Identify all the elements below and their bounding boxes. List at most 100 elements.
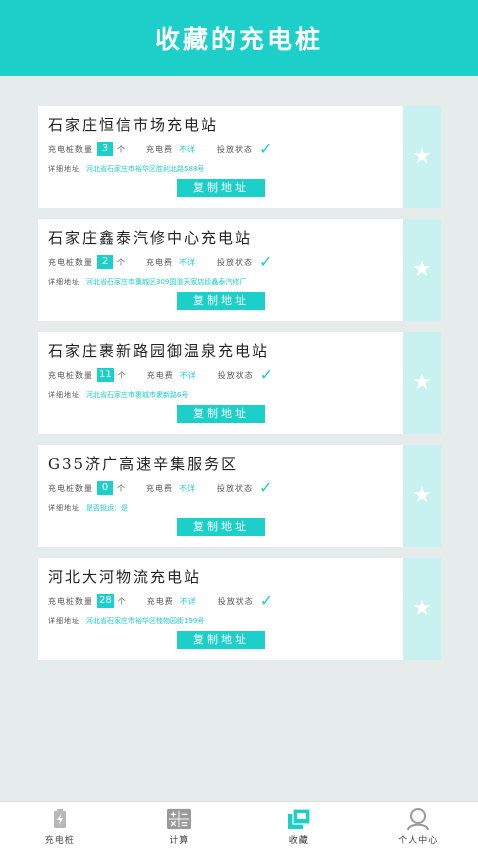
pile-count-value: 11: [97, 368, 114, 382]
favorite-toggle[interactable]: ★: [403, 332, 441, 434]
address-row: 详细地址 是否投运：是: [48, 500, 403, 516]
star-icon: ★: [412, 144, 432, 169]
status-label: 投放状态: [217, 257, 253, 267]
station-card-body[interactable]: 河北大河物流充电站 充电桩数量 28 个 充电费 不详 投放状态 ✓ 详细地址 …: [38, 558, 403, 660]
address-value: 河北省石家庄市裕华区桂物园街199号: [86, 617, 205, 625]
address-label: 详细地址: [48, 391, 80, 399]
address-row: 详细地址 河北省石家庄市裹城市裹新路6号: [48, 387, 403, 403]
station-card[interactable]: 石家庄裹新路园御温泉充电站 充电桩数量 11 个 充电费 不详 投放状态 ✓ 详…: [38, 332, 441, 434]
bottom-nav: 充电桩 计算 收藏 个人中心: [0, 801, 478, 850]
address-row: 详细地址 河北省石家庄市裕华区胜利北路588号: [48, 161, 403, 177]
check-icon: ✓: [259, 252, 273, 271]
station-card-body[interactable]: G35济广高速辛集服务区 充电桩数量 0 个 充电费 不详 投放状态 ✓ 详细地…: [38, 445, 403, 547]
unit-label: 个: [117, 483, 126, 493]
unit-label: 个: [117, 596, 127, 606]
unit-label: 个: [117, 144, 126, 154]
fee-value: 不详: [179, 370, 196, 380]
station-card-body[interactable]: 石家庄裹新路园御温泉充电站 充电桩数量 11 个 充电费 不详 投放状态 ✓ 详…: [38, 332, 403, 434]
address-row: 详细地址 河北省石家庄市藁城区309国道天家店段鑫泰汽修厂: [48, 274, 403, 290]
station-card-body[interactable]: 石家庄鑫泰汽修中心充电站 充电桩数量 2 个 充电费 不详 投放状态 ✓ 详细地…: [38, 219, 403, 321]
info-row: 充电桩数量 2 个 充电费 不详 投放状态 ✓: [48, 252, 403, 272]
address-value: 河北省石家庄市裹城市裹新路6号: [86, 391, 189, 399]
pile-count-label: 充电桩数量: [48, 596, 93, 606]
info-row: 充电桩数量 28 个 充电费 不详 投放状态 ✓: [48, 591, 403, 611]
favorite-toggle[interactable]: ★: [403, 445, 441, 547]
pile-count-label: 充电桩数量: [48, 483, 93, 493]
nav-label: 充电桩: [44, 836, 75, 846]
star-icon: ★: [412, 483, 432, 508]
address-label: 详细地址: [48, 278, 80, 286]
station-name: 河北大河物流充电站: [48, 568, 202, 586]
favorite-toggle[interactable]: ★: [403, 106, 441, 208]
check-icon: ✓: [259, 365, 274, 384]
pile-count-value: 28: [97, 594, 114, 608]
fee-value: 不详: [179, 483, 195, 493]
info-row: 充电桩数量 3 个 充电费 不详 投放状态 ✓: [48, 139, 403, 159]
favorites-icon: [287, 808, 311, 830]
unit-label: 个: [117, 370, 127, 380]
copy-address-button[interactable]: 复制地址: [177, 631, 265, 649]
favorites-list: 石家庄恒信市场充电站 充电桩数量 3 个 充电费 不详 投放状态 ✓ 详细地址 …: [38, 106, 441, 671]
header: 收藏的充电桩: [0, 0, 478, 76]
fee-label: 充电费: [146, 257, 173, 267]
nav-label: 计算: [169, 836, 190, 846]
address-label: 详细地址: [48, 165, 80, 173]
favorite-toggle[interactable]: ★: [403, 558, 441, 660]
address-value: 河北省石家庄市藁城区309国道天家店段鑫泰汽修厂: [86, 278, 247, 286]
nav-item-profile[interactable]: 个人中心: [359, 802, 478, 850]
status-label: 投放状态: [217, 483, 253, 493]
copy-address-button[interactable]: 复制地址: [177, 179, 265, 197]
fee-value: 不详: [179, 257, 195, 267]
status-label: 投放状态: [217, 144, 253, 154]
pile-count-label: 充电桩数量: [48, 370, 93, 380]
address-value: 河北省石家庄市裕华区胜利北路588号: [86, 165, 205, 173]
copy-address-button[interactable]: 复制地址: [177, 518, 265, 536]
address-label: 详细地址: [48, 504, 80, 512]
status-label: 投放状态: [217, 370, 254, 380]
station-name: G35济广高速辛集服务区: [48, 455, 239, 473]
info-row: 充电桩数量 0 个 充电费 不详 投放状态 ✓: [48, 478, 403, 498]
address-row: 详细地址 河北省石家庄市裕华区桂物园街199号: [48, 613, 403, 629]
copy-address-button[interactable]: 复制地址: [177, 292, 265, 310]
pile-count-value: 2: [97, 255, 113, 269]
copy-address-button[interactable]: 复制地址: [177, 405, 265, 423]
address-value: 是否投运：是: [86, 504, 128, 512]
nav-label: 收藏: [288, 836, 309, 846]
status-label: 投放状态: [217, 596, 254, 606]
user-icon: [406, 808, 430, 830]
calculator-icon: [167, 808, 192, 830]
station-name: 石家庄恒信市场充电站: [48, 116, 219, 134]
fee-value: 不详: [179, 144, 195, 154]
star-icon: ★: [412, 257, 432, 282]
star-icon: ★: [412, 596, 432, 621]
info-row: 充电桩数量 11 个 充电费 不详 投放状态 ✓: [48, 365, 403, 385]
fee-label: 充电费: [146, 370, 174, 380]
battery-icon: [48, 808, 72, 830]
station-card[interactable]: 石家庄恒信市场充电站 充电桩数量 3 个 充电费 不详 投放状态 ✓ 详细地址 …: [38, 106, 441, 208]
station-card[interactable]: 河北大河物流充电站 充电桩数量 28 个 充电费 不详 投放状态 ✓ 详细地址 …: [38, 558, 441, 660]
station-name: 石家庄裹新路园御温泉充电站: [48, 342, 270, 360]
address-label: 详细地址: [48, 617, 80, 625]
fee-label: 充电费: [146, 596, 174, 606]
nav-label: 个人中心: [398, 836, 439, 846]
fee-label: 充电费: [146, 144, 173, 154]
station-card-body[interactable]: 石家庄恒信市场充电站 充电桩数量 3 个 充电费 不详 投放状态 ✓ 详细地址 …: [38, 106, 403, 208]
fee-label: 充电费: [146, 483, 173, 493]
pile-count-label: 充电桩数量: [48, 257, 93, 267]
fee-value: 不详: [179, 596, 196, 606]
station-card[interactable]: 石家庄鑫泰汽修中心充电站 充电桩数量 2 个 充电费 不详 投放状态 ✓ 详细地…: [38, 219, 441, 321]
check-icon: ✓: [259, 478, 273, 497]
station-name: 石家庄鑫泰汽修中心充电站: [48, 229, 253, 247]
pile-count-value: 0: [97, 481, 113, 495]
favorite-toggle[interactable]: ★: [403, 219, 441, 321]
nav-item-favorites[interactable]: 收藏: [239, 802, 359, 850]
station-card[interactable]: G35济广高速辛集服务区 充电桩数量 0 个 充电费 不详 投放状态 ✓ 详细地…: [38, 445, 441, 547]
nav-item-calculate[interactable]: 计算: [120, 802, 240, 850]
check-icon: ✓: [259, 591, 274, 610]
page-title: 收藏的充电桩: [154, 25, 323, 54]
pile-count-value: 3: [97, 142, 113, 156]
pile-count-label: 充电桩数量: [48, 144, 93, 154]
star-icon: ★: [412, 370, 432, 395]
nav-item-charging-piles[interactable]: 充电桩: [0, 802, 120, 850]
unit-label: 个: [117, 257, 126, 267]
